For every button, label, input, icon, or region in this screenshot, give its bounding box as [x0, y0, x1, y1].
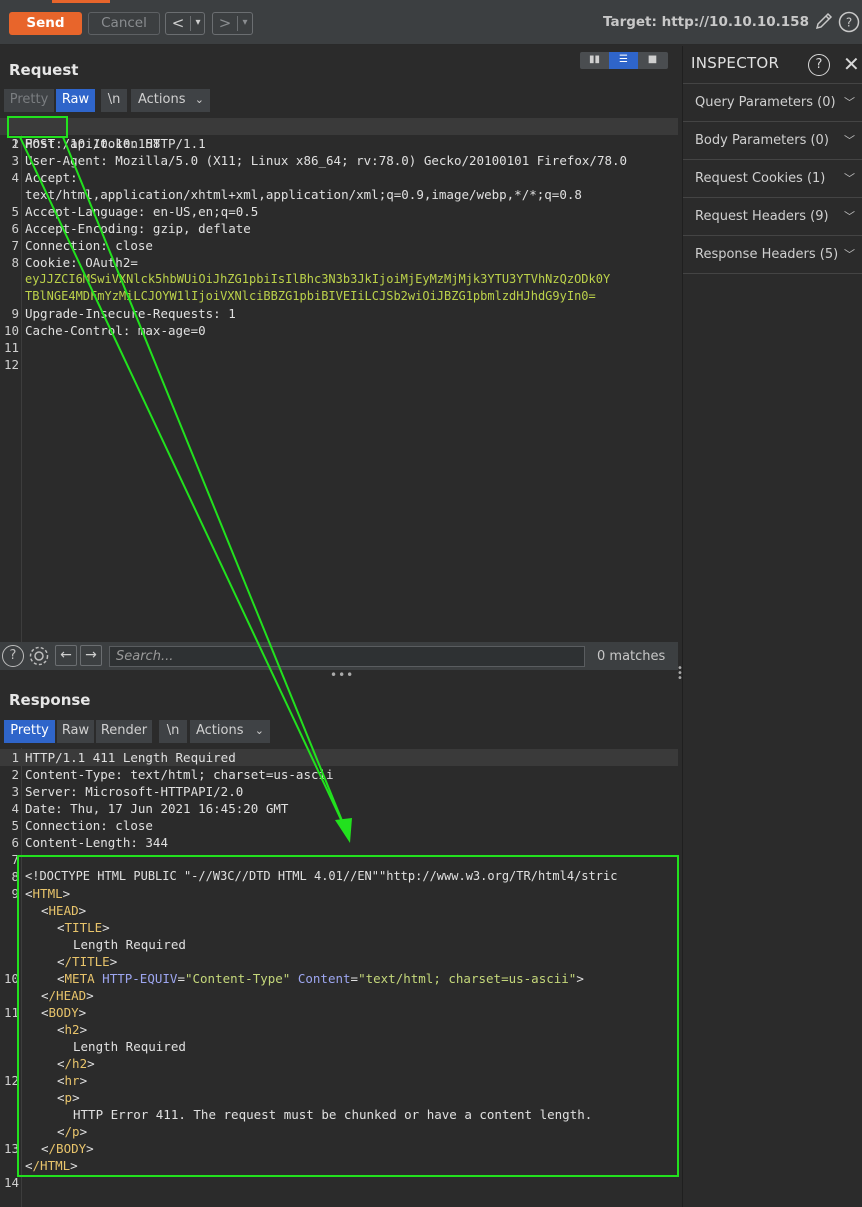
inspector-item-query-parameters[interactable]: Query Parameters (0) ﹀ [683, 84, 862, 122]
response-status-line: 1 HTTP/1.1 411 Length Required [0, 749, 678, 766]
split-vertical-icon[interactable]: ☰ [609, 52, 638, 69]
actions-label: Actions [138, 92, 186, 107]
close-icon[interactable]: ✕ [843, 52, 860, 76]
inspector-header: INSPECTOR ? ✕ [683, 46, 862, 84]
svg-text:?: ? [846, 16, 852, 30]
inspector-item-request-headers[interactable]: Request Headers (9) ﹀ [683, 198, 862, 236]
search-input[interactable] [109, 646, 585, 667]
inspector-title: INSPECTOR [691, 54, 780, 72]
previous-match-icon[interactable]: ← [55, 645, 77, 666]
cancel-button[interactable]: Cancel [88, 12, 160, 35]
request-tab-raw[interactable]: Raw [56, 89, 95, 112]
chevron-down-icon: ﹀ [844, 172, 855, 185]
annotation-box-response-body [17, 855, 679, 1177]
history-forward-button[interactable]: > ▾ [212, 12, 253, 35]
inspector-item-body-parameters[interactable]: Body Parameters (0) ﹀ [683, 122, 862, 160]
splitter-handle[interactable]: ••• [330, 668, 354, 682]
send-button[interactable]: Send [9, 12, 82, 35]
chevron-down-icon: ﹀ [844, 210, 855, 223]
response-tab-render[interactable]: Render [96, 720, 152, 743]
response-tab-pretty[interactable]: Pretty [4, 720, 55, 743]
request-title: Request [9, 61, 79, 79]
back-dropdown-icon[interactable]: ▾ [191, 13, 205, 34]
chevron-down-icon: ﹀ [844, 134, 855, 147]
chevron-down-icon: ⌄ [254, 724, 264, 737]
forward-dropdown-icon[interactable]: ▾ [238, 13, 252, 34]
request-actions-menu[interactable]: Actions ⌄ [131, 89, 210, 112]
inspector-panel: INSPECTOR ? ✕ Query Parameters (0) ﹀ Bod… [682, 46, 862, 1207]
request-search-bar: ? ← → 0 matches [0, 642, 678, 670]
response-tab-newline[interactable]: \n [159, 720, 187, 743]
response-actions-menu[interactable]: Actions ⌄ [190, 720, 270, 743]
gear-icon[interactable] [27, 644, 51, 672]
match-count: 0 matches [597, 649, 666, 664]
pencil-icon[interactable] [814, 11, 834, 36]
single-pane-icon[interactable]: ■ [638, 52, 667, 69]
request-tab-pretty[interactable]: Pretty [4, 89, 54, 112]
inspector-item-response-headers[interactable]: Response Headers (5) ﹀ [683, 236, 862, 274]
history-back-button[interactable]: < ▾ [165, 12, 205, 35]
line-number-gutter [0, 117, 22, 642]
response-tab-raw[interactable]: Raw [57, 720, 94, 743]
request-editor[interactable]: 1 POST /api/token HTTP/1.1 2 Host: 10.10.1… [0, 117, 678, 642]
active-tab-indicator [52, 0, 110, 3]
request-panel-header: Request [0, 46, 678, 86]
chevron-down-icon: ⌄ [194, 93, 204, 106]
next-match-icon[interactable]: → [80, 645, 102, 666]
back-arrow-icon: < [171, 14, 185, 32]
request-line-1: 1 POST /api/token HTTP/1.1 [0, 118, 678, 151]
annotation-box-post-method [7, 116, 68, 138]
inspector-help-icon[interactable]: ? [808, 54, 830, 76]
main-toolbar: Send Cancel < ▾ > ▾ Target: http://10.10… [0, 0, 862, 45]
split-horizontal-icon[interactable]: ▮▮ [580, 52, 609, 69]
chevron-down-icon: ﹀ [844, 248, 855, 261]
inspector-item-request-cookies[interactable]: Request Cookies (1) ﹀ [683, 160, 862, 198]
target-label: Target: http://10.10.10.158 [603, 14, 809, 30]
response-title: Response [9, 691, 91, 709]
request-tab-newline[interactable]: \n [101, 89, 127, 112]
actions-label: Actions [196, 723, 244, 738]
forward-arrow-icon: > [218, 14, 232, 32]
help-icon[interactable]: ? [2, 645, 24, 667]
chevron-down-icon: ﹀ [844, 96, 855, 109]
help-icon[interactable]: ? [838, 11, 860, 38]
view-layout-toggle: ▮▮ ☰ ■ [580, 52, 668, 69]
